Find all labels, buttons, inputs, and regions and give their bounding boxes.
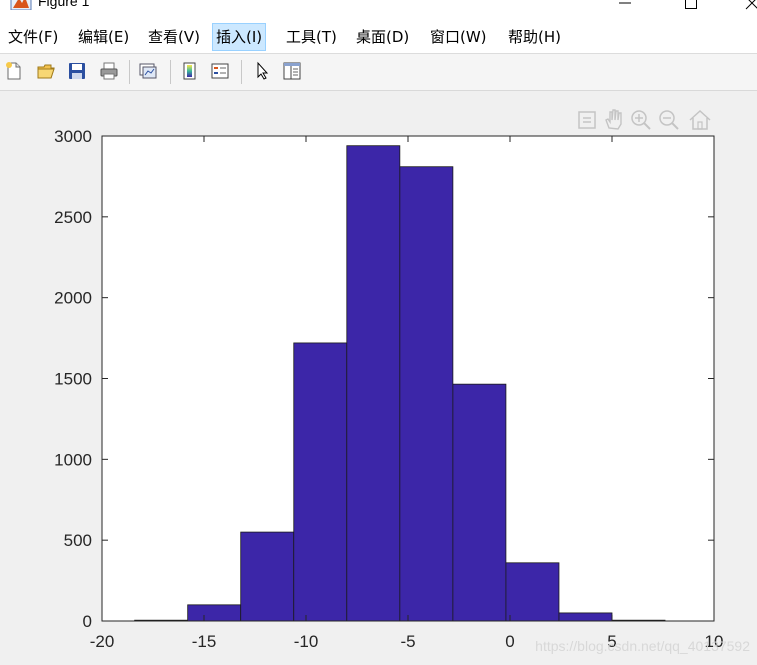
y-tick-label: 500 [64,531,92,550]
histogram-bar [558,612,613,622]
watermark-text: https://blog.csdn.net/qq_40137592 [535,638,750,654]
histogram-bar [505,562,560,622]
histogram-bar [187,604,242,622]
x-tick-label: 0 [505,632,514,651]
y-tick-label: 2000 [54,289,92,308]
x-tick-label: -15 [192,632,217,651]
histogram-bar [399,166,454,622]
x-tick-label: -10 [294,632,319,651]
histogram-bar [346,145,401,622]
x-tick-label: -20 [90,632,115,651]
y-tick-label: 3000 [54,127,92,146]
y-tick-label: 1000 [54,450,92,469]
histogram-bar [240,531,295,622]
histogram-bar [452,383,507,622]
histogram-bar [293,342,348,622]
y-tick-label: 0 [83,612,92,631]
histogram-chart: -20 -15 -10 -5 0 5 10050010001500200025003000 … [54,127,750,654]
y-tick-label: 2500 [54,208,92,227]
y-tick-label: 1500 [54,370,92,389]
x-tick-label: -5 [400,632,415,651]
